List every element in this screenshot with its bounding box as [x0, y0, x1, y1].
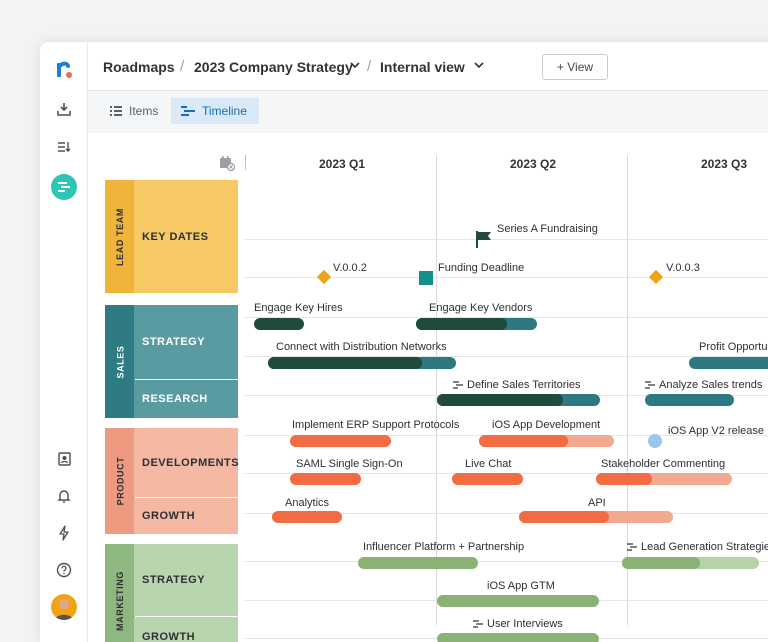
subgroup-sales-research[interactable]: RESEARCH	[134, 380, 238, 418]
avatar[interactable]	[51, 594, 77, 620]
subgroup-marketing-strategy[interactable]: STRATEGY	[134, 544, 238, 616]
logo-icon[interactable]	[52, 58, 76, 82]
row-line	[245, 239, 768, 240]
view-tabs: Items Timeline	[88, 91, 768, 133]
breadcrumb-roadmaps[interactable]: Roadmaps	[103, 59, 175, 75]
item-api[interactable]: API	[588, 497, 606, 509]
timeline-bar[interactable]	[272, 511, 342, 523]
subgroup-product-growth[interactable]: GROWTH	[134, 498, 238, 534]
item-engage-key-vendors[interactable]: Engage Key Vendors	[429, 302, 532, 314]
item-stakeholder-commenting[interactable]: Stakeholder Commenting	[601, 458, 725, 470]
tab-items[interactable]: Items	[102, 98, 170, 124]
timeline-bar[interactable]	[689, 357, 768, 369]
subitems-icon	[627, 543, 637, 551]
item-analytics[interactable]: Analytics	[285, 497, 329, 509]
timeline-bar[interactable]	[290, 435, 391, 447]
calendar-settings-icon[interactable]	[219, 155, 235, 171]
item-lead-generation[interactable]: Lead Generation Strategies	[627, 541, 768, 553]
milestone-v003[interactable]: V.0.0.3	[666, 262, 700, 274]
tab-items-label: Items	[129, 104, 159, 118]
item-influencer-platform[interactable]: Influencer Platform + Partnership	[363, 541, 524, 553]
flag-icon[interactable]	[475, 230, 493, 248]
item-connect-distribution[interactable]: Connect with Distribution Networks	[276, 341, 447, 353]
item-profit-opportunities[interactable]: Profit Opportu	[699, 341, 767, 353]
help-icon[interactable]	[52, 558, 76, 582]
milestone-circle[interactable]	[648, 434, 662, 448]
tab-timeline[interactable]: Timeline	[171, 98, 259, 124]
download-icon[interactable]	[52, 97, 76, 121]
roadmap-icon[interactable]	[51, 174, 77, 200]
quarter-divider	[245, 155, 246, 170]
item-live-chat[interactable]: Live Chat	[465, 458, 511, 470]
timeline-bar-progress	[519, 511, 609, 523]
timeline-bar[interactable]	[452, 473, 523, 485]
timeline-bar[interactable]	[645, 394, 734, 406]
app-window: Roadmaps / 2023 Company Strategy / Inter…	[40, 42, 768, 642]
milestone-series-a[interactable]: Series A Fundraising	[497, 223, 598, 235]
timeline-bar-progress	[622, 557, 700, 569]
item-define-territories[interactable]: Define Sales Territories	[453, 379, 581, 391]
timeline-bar-progress	[479, 435, 568, 447]
timeline-bar-progress	[416, 318, 507, 330]
list-icon	[110, 106, 122, 116]
milestone-ios-v2[interactable]: iOS App V2 release	[668, 425, 764, 437]
timeline-bar-progress	[437, 394, 563, 406]
timeline-bar[interactable]	[437, 633, 599, 642]
subgroup-sales-strategy[interactable]: STRATEGY	[134, 305, 238, 379]
contacts-icon[interactable]	[52, 447, 76, 471]
item-user-interviews[interactable]: User Interviews	[473, 618, 563, 630]
subitems-icon	[645, 381, 655, 389]
item-engage-key-hires[interactable]: Engage Key Hires	[254, 302, 343, 314]
list-sort-icon[interactable]	[52, 135, 76, 159]
bolt-icon[interactable]	[52, 521, 76, 545]
subitems-icon	[473, 620, 483, 628]
item-erp-support[interactable]: Implement ERP Support Protocols	[292, 419, 459, 431]
sidebar	[40, 42, 88, 642]
add-view-button[interactable]: + View	[542, 54, 608, 80]
tab-timeline-label: Timeline	[202, 104, 247, 118]
group-marketing[interactable]: MARKETING	[105, 544, 135, 642]
timeline-bar[interactable]	[437, 595, 599, 607]
subgroup-developments[interactable]: DEVELOPMENTS	[134, 428, 239, 497]
breadcrumb: Roadmaps / 2023 Company Strategy / Inter…	[88, 42, 768, 91]
item-saml-sso[interactable]: SAML Single Sign-On	[296, 458, 403, 470]
milestone-diamond[interactable]	[316, 269, 332, 285]
timeline: 2023 Q1 2023 Q2 2023 Q3 LEAD TEAM KEY DA…	[88, 133, 768, 642]
milestone-v002[interactable]: V.0.0.2	[333, 262, 367, 274]
subgroup-marketing-growth[interactable]: GROWTH	[134, 617, 238, 642]
subitems-icon	[453, 381, 463, 389]
timeline-bar-progress	[596, 473, 652, 485]
breadcrumb-roadmap-name[interactable]: 2023 Company Strategy	[194, 59, 353, 75]
group-lead-team[interactable]: LEAD TEAM	[105, 180, 135, 293]
item-ios-gtm[interactable]: iOS App GTM	[487, 580, 555, 592]
breadcrumb-view-name[interactable]: Internal view	[380, 59, 465, 75]
item-ios-development[interactable]: iOS App Development	[492, 419, 600, 431]
chevron-down-icon[interactable]	[474, 61, 484, 69]
group-product[interactable]: PRODUCT	[105, 428, 135, 534]
milestone-funding-deadline[interactable]: Funding Deadline	[438, 262, 524, 274]
timeline-bar[interactable]	[254, 318, 304, 330]
group-sales[interactable]: SALES	[105, 305, 135, 418]
quarter-divider	[436, 155, 437, 625]
quarter-header: 2023 Q3	[701, 157, 748, 171]
quarter-divider	[627, 155, 628, 625]
breadcrumb-separator: /	[367, 58, 372, 75]
milestone-square[interactable]	[419, 271, 433, 285]
subgroup-key-dates[interactable]: KEY DATES	[134, 180, 238, 293]
quarter-header: 2023 Q1	[319, 157, 366, 171]
quarter-header: 2023 Q2	[510, 157, 557, 171]
chevron-down-icon[interactable]	[350, 61, 360, 69]
bell-icon[interactable]	[52, 484, 76, 508]
breadcrumb-separator: /	[180, 58, 185, 75]
item-analyze-sales[interactable]: Analyze Sales trends	[645, 379, 762, 391]
milestone-diamond[interactable]	[648, 269, 664, 285]
timeline-bar[interactable]	[290, 473, 361, 485]
timeline-bar-progress	[268, 357, 422, 369]
timeline-bar[interactable]	[358, 557, 478, 569]
timeline-icon	[181, 106, 195, 116]
